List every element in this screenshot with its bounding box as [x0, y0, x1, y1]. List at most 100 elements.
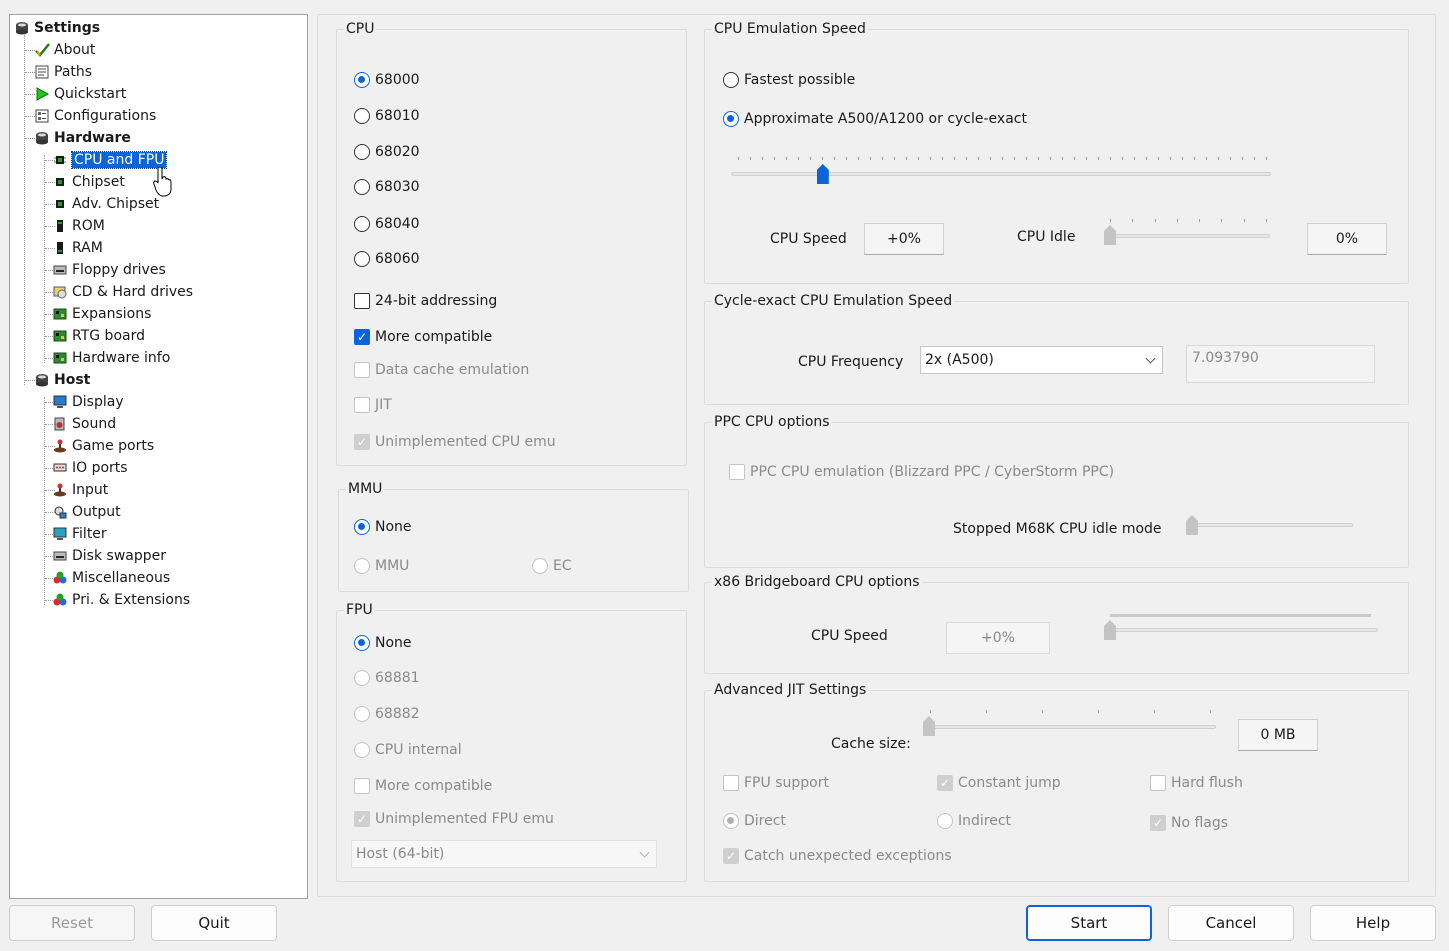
cpu-frequency-label: CPU Frequency [798, 354, 904, 370]
start-button[interactable]: Start [1026, 905, 1152, 941]
slider-tick [1230, 157, 1231, 160]
fpu-none-radio[interactable]: None [354, 635, 412, 651]
tree-item-label: Output [72, 504, 121, 520]
tree-item-ram[interactable]: RAM [52, 238, 103, 258]
cache-slider-track[interactable] [923, 725, 1216, 729]
slider-tick [1122, 157, 1123, 160]
tree-item-chipset[interactable]: Chipset [52, 172, 125, 192]
tree-item-expansions[interactable]: Expansions [52, 304, 151, 324]
rom-icon [52, 218, 68, 234]
slider-tick [870, 157, 871, 160]
tree-item-label: Pri. & Extensions [72, 592, 191, 608]
mmu-ec-radio[interactable]: EC [532, 558, 572, 574]
tree-item-miscellaneous[interactable]: Miscellaneous [52, 568, 170, 588]
cpu-68060-radio[interactable]: 68060 [354, 251, 420, 267]
tree-item-io-ports[interactable]: IO ports [52, 458, 128, 478]
tree-item-label: Filter [72, 526, 107, 542]
fpu-support-checkbox[interactable]: FPU support [723, 775, 829, 791]
constant-jump-checkbox[interactable]: ✓ Constant jump [937, 775, 1061, 791]
unimpl-fpu-checkbox[interactable]: ✓ Unimplemented FPU emu [354, 811, 554, 827]
catch-exceptions-checkbox[interactable]: ✓ Catch unexpected exceptions [723, 848, 952, 864]
speed-slider-track[interactable] [731, 172, 1271, 176]
tree-item-input[interactable]: Input [52, 480, 108, 500]
slider-tick [1098, 710, 1099, 713]
x86-slider-track[interactable] [1104, 628, 1378, 632]
cpu-68020-radio[interactable]: 68020 [354, 144, 420, 160]
tree-item-hardware-info[interactable]: Hardware info [52, 348, 170, 368]
slider-tick [1134, 157, 1135, 160]
reset-button[interactable]: Reset [9, 905, 135, 941]
data-cache-checkbox[interactable]: Data cache emulation [354, 362, 529, 378]
fpu-internal-radio[interactable]: CPU internal [354, 742, 462, 758]
tree-item-cd-hard-drives[interactable]: CD & Hard drives [52, 282, 193, 302]
tree-item-cpu-and-fpu[interactable]: CPU and FPU [52, 150, 168, 170]
fastest-possible-radio[interactable]: Fastest possible [723, 72, 855, 88]
fpu-68881-radio[interactable]: 68881 [354, 670, 420, 686]
no-flags-checkbox[interactable]: ✓ No flags [1150, 815, 1228, 831]
cpu-68010-radio[interactable]: 68010 [354, 108, 420, 124]
tree-root-settings[interactable]: Settings [14, 18, 100, 38]
tree-item-filter[interactable]: Filter [52, 524, 107, 544]
idle-slider-track[interactable] [1104, 234, 1270, 238]
fpu-more-compatible-checkbox[interactable]: More compatible [354, 778, 492, 794]
tree-item-adv-chipset[interactable]: Adv. Chipset [52, 194, 159, 214]
tree-item-configurations[interactable]: Configurations [34, 106, 156, 126]
x86-speed-value[interactable]: +0% [946, 622, 1050, 654]
slider-tick [822, 157, 823, 160]
fpu-68882-radio[interactable]: 68882 [354, 706, 420, 722]
indirect-radio[interactable]: Indirect [937, 813, 1011, 829]
slider-tick [894, 157, 895, 160]
tree-item-sound[interactable]: Sound [52, 414, 116, 434]
tree-item-quickstart[interactable]: Quickstart [34, 84, 126, 104]
tree-item-rtg-board[interactable]: RTG board [52, 326, 145, 346]
settings-tree[interactable]: Settings About Paths Quickstart Configur… [9, 14, 308, 899]
tree-group-hardware[interactable]: Hardware [34, 128, 131, 148]
ppc-emulation-checkbox[interactable]: PPC CPU emulation (Blizzard PPC / CyberS… [729, 464, 1114, 480]
ppc-idle-slider-track[interactable] [1186, 523, 1353, 527]
slider-tick [906, 157, 907, 160]
addr24-checkbox[interactable]: 24-bit addressing [354, 293, 497, 309]
chevron-down-icon [639, 847, 650, 858]
cancel-button[interactable]: Cancel [1168, 905, 1294, 941]
slider-tick [1199, 219, 1201, 222]
tree-group-host[interactable]: Host [34, 370, 90, 390]
cpu-idle-value[interactable]: 0% [1307, 223, 1387, 255]
drum-icon [34, 130, 50, 146]
tree-item-output[interactable]: Output [52, 502, 121, 522]
tree-item-game-ports[interactable]: Game ports [52, 436, 154, 456]
cpu-speed-value[interactable]: +0% [864, 223, 944, 255]
tree-item-label: RAM [72, 240, 103, 256]
jit-checkbox[interactable]: JIT [354, 397, 392, 413]
cpu-more-compatible-checkbox[interactable]: ✓ More compatible [354, 329, 492, 345]
cpu-68000-radio[interactable]: 68000 [354, 72, 420, 88]
tree-item-floppy-drives[interactable]: Floppy drives [52, 260, 166, 280]
mmu-mmu-radio[interactable]: MMU [354, 558, 409, 574]
chevron-down-icon [1145, 353, 1156, 364]
slider-tick [1182, 157, 1183, 160]
quit-button[interactable]: Quit [151, 905, 277, 941]
mmu-none-radio[interactable]: None [354, 519, 412, 535]
tree-item-disk-swapper[interactable]: Disk swapper [52, 546, 166, 566]
help-button[interactable]: Help [1310, 905, 1436, 941]
tree-item-label: Paths [54, 64, 93, 80]
tree-item-about[interactable]: About [34, 40, 95, 60]
fpu-host-mode-select[interactable]: Host (64-bit) [351, 840, 657, 868]
cpu-frequency-select[interactable]: 2x (A500) [920, 346, 1163, 374]
cpu-frequency-display[interactable]: 7.093790 [1186, 345, 1375, 383]
cpu-68030-radio[interactable]: 68030 [354, 179, 420, 195]
disk-icon [52, 284, 68, 300]
slider-tick [1170, 157, 1171, 160]
tree-item-label: RTG board [72, 328, 145, 344]
unimpl-cpu-checkbox[interactable]: ✓ Unimplemented CPU emu [354, 434, 556, 450]
tree-item-paths[interactable]: Paths [34, 62, 92, 82]
tree-item-rom[interactable]: ROM [52, 216, 105, 236]
tree-item-display[interactable]: Display [52, 392, 124, 412]
hard-flush-checkbox[interactable]: Hard flush [1150, 775, 1243, 791]
tree-item-pri-extensions[interactable]: Pri. & Extensions [52, 590, 190, 610]
direct-radio[interactable]: Direct [723, 813, 786, 829]
cache-size-value[interactable]: 0 MB [1238, 719, 1318, 751]
hand-cursor-icon [153, 167, 172, 197]
approximate-radio[interactable]: Approximate A500/A1200 or cycle-exact [723, 111, 1027, 127]
tree-item-label: Configurations [54, 108, 157, 124]
cpu-68040-radio[interactable]: 68040 [354, 216, 420, 232]
